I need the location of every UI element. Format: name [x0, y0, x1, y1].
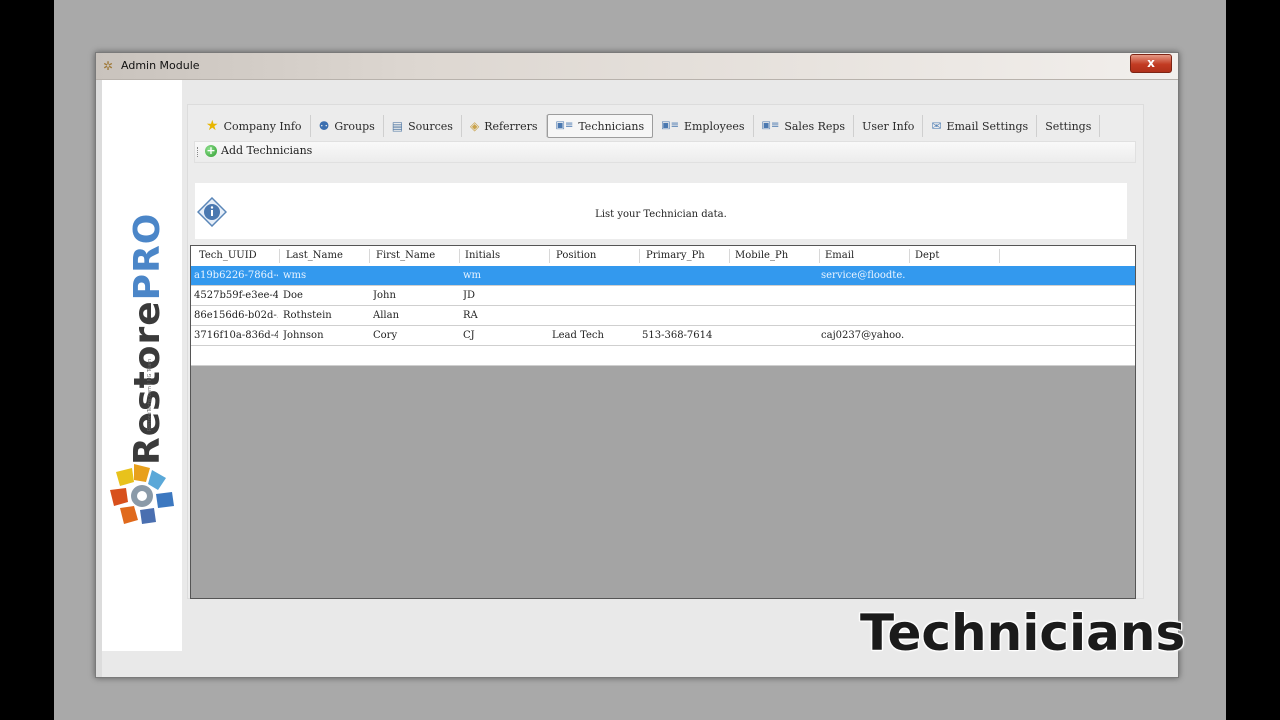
window-title: Admin Module [121, 59, 200, 72]
table-row[interactable]: a19b6226-786d-4... wms wm service@floodt… [191, 266, 1135, 286]
table-row[interactable]: 4527b59f-e3ee-4... Doe John JD [191, 286, 1135, 306]
cell-initials[interactable]: RA [463, 310, 547, 321]
cell-tech-uuid[interactable]: 86e156d6-b02d-... [194, 310, 278, 321]
cell-email[interactable]: service@floodte... [821, 270, 905, 281]
app-gear-icon: ✲ [103, 59, 114, 73]
cell-initials[interactable]: JD [463, 290, 547, 301]
column-header-primary-ph[interactable]: Primary_Ph [646, 250, 705, 261]
cell-primary-ph[interactable]: 513-368-7614 [642, 330, 726, 341]
tab-groups[interactable]: ⚉ Groups [311, 115, 384, 137]
tab-label: Technicians [578, 119, 645, 133]
cell-last-name[interactable]: Johnson [283, 330, 367, 341]
cell-tech-uuid[interactable]: 4527b59f-e3ee-4... [194, 290, 278, 301]
cell-last-name[interactable]: wms [283, 270, 367, 281]
info-banner: List your Technician data. [195, 183, 1127, 239]
tab-technicians[interactable]: ▣≡ Technicians [546, 114, 654, 138]
tab-label: Sources [408, 119, 453, 133]
cell-last-name[interactable]: Doe [283, 290, 367, 301]
tab-label: Sales Reps [784, 119, 846, 133]
column-divider[interactable] [999, 249, 1000, 263]
column-divider[interactable] [459, 249, 460, 263]
logo-brand-accent: PRO [127, 212, 168, 301]
tab-user-info[interactable]: User Info [854, 115, 924, 137]
tab-employees[interactable]: ▣≡ Employees [653, 115, 754, 137]
action-toolbar: + Add Technicians [194, 141, 1136, 163]
column-divider[interactable] [639, 249, 640, 263]
tab-label: Company Info [223, 119, 302, 133]
column-header-dept[interactable]: Dept [915, 250, 939, 261]
technicians-panel: ★ Company Info ⚉ Groups ▤ Sources ◈ Refe… [187, 104, 1144, 599]
column-header-position[interactable]: Position [556, 250, 596, 261]
video-caption: Technicians [860, 604, 1186, 662]
tab-label: Settings [1045, 119, 1092, 133]
tab-sales-reps[interactable]: ▣≡ Sales Reps [754, 115, 855, 137]
column-divider[interactable] [369, 249, 370, 263]
column-divider[interactable] [549, 249, 550, 263]
tab-label: Employees [683, 119, 745, 133]
id-card-icon: ▣≡ [555, 120, 574, 131]
column-header-email[interactable]: Email [825, 250, 854, 261]
id-card-icon: ▣≡ [761, 120, 780, 131]
cell-first-name[interactable]: Allan [373, 310, 457, 321]
tab-label: Email Settings [946, 119, 1029, 133]
cell-initials[interactable]: wm [463, 270, 547, 281]
column-header-initials[interactable]: Initials [465, 250, 500, 261]
tab-sources[interactable]: ▤ Sources [384, 115, 462, 137]
cell-initials[interactable]: CJ [463, 330, 547, 341]
gear-logo-icon [110, 464, 174, 524]
tab-company-info[interactable]: ★ Company Info [198, 115, 311, 137]
title-bar[interactable]: ✲ Admin Module x [96, 53, 1178, 80]
logo-tagline: RestoreTechs.com / NG Team [147, 358, 153, 432]
tab-bar: ★ Company Info ⚉ Groups ▤ Sources ◈ Refe… [198, 114, 1101, 138]
add-technicians-label: Add Technicians [221, 144, 313, 157]
cell-email[interactable]: caj0237@yahoo.... [821, 330, 905, 341]
cell-position[interactable]: Lead Tech [552, 330, 636, 341]
tab-label: Referrers [484, 119, 538, 133]
toolbar-grip[interactable] [197, 147, 200, 157]
tab-label: User Info [862, 119, 915, 133]
cell-first-name[interactable]: Cory [373, 330, 457, 341]
logo-panel: RestorePRO RestoreTechs.com / NG Team [102, 80, 182, 651]
column-header-last-name[interactable]: Last_Name [286, 250, 343, 261]
id-card-icon: ▣≡ [661, 120, 679, 131]
admin-module-window: ✲ Admin Module x RestorePRO RestoreTechs… [95, 52, 1179, 678]
tab-referrers[interactable]: ◈ Referrers [462, 115, 547, 137]
group-icon: ⚉ [318, 119, 330, 133]
column-divider[interactable] [729, 249, 730, 263]
table-row[interactable]: 3716f10a-836d-4... Johnson Cory CJ Lead … [191, 326, 1135, 346]
sources-icon: ▤ [391, 119, 404, 133]
technicians-grid[interactable]: Tech_UUID Last_Name First_Name Initials … [190, 245, 1136, 599]
cell-last-name[interactable]: Rothstein [283, 310, 367, 321]
add-icon: + [205, 143, 217, 157]
column-divider[interactable] [909, 249, 910, 263]
tag-icon: ◈ [469, 119, 480, 133]
grid-header: Tech_UUID Last_Name First_Name Initials … [191, 246, 1135, 267]
star-icon: ★ [206, 118, 219, 134]
column-header-first-name[interactable]: First_Name [376, 250, 435, 261]
add-technicians-button[interactable]: + Add Technicians [205, 144, 312, 157]
column-header-mobile-ph[interactable]: Mobile_Ph [735, 250, 788, 261]
cell-first-name[interactable]: John [373, 290, 457, 301]
cell-tech-uuid[interactable]: a19b6226-786d-4... [194, 270, 278, 281]
info-message: List your Technician data. [595, 209, 727, 220]
column-divider[interactable] [819, 249, 820, 263]
close-button[interactable]: x [1130, 54, 1172, 73]
tab-label: Groups [334, 119, 375, 133]
column-divider[interactable] [279, 249, 280, 263]
table-row[interactable]: 86e156d6-b02d-... Rothstein Allan RA [191, 306, 1135, 326]
cell-tech-uuid[interactable]: 3716f10a-836d-4... [194, 330, 278, 341]
tab-email-settings[interactable]: ✉ Email Settings [923, 115, 1038, 137]
new-row-placeholder[interactable] [191, 346, 1135, 366]
column-header-tech-uuid[interactable]: Tech_UUID [199, 250, 257, 261]
tab-settings[interactable]: Settings [1037, 115, 1101, 137]
mail-icon: ✉ [931, 119, 942, 133]
